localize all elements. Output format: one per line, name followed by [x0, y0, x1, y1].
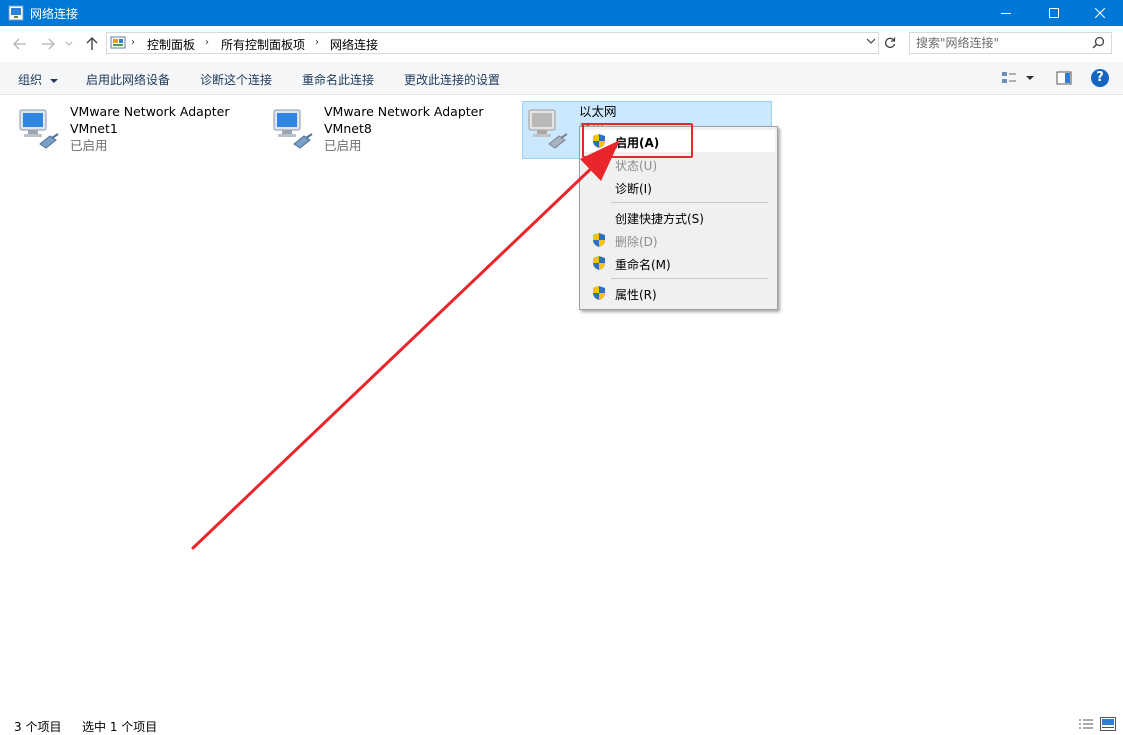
arrow-left-icon	[13, 38, 26, 50]
annotation-highlight-box	[582, 123, 693, 158]
connection-status: 已启用	[70, 138, 108, 153]
menu-item-properties[interactable]: 属性(R)	[582, 282, 775, 304]
item-count: 3 个项目	[14, 720, 62, 734]
connection-item-vmnet8[interactable]: VMware Network Adapter VMnet8 已启用	[270, 101, 510, 159]
breadcrumb-separator: ›	[205, 37, 209, 48]
menu-item-label: 删除(D)	[615, 235, 658, 249]
connection-name: VMware Network Adapter	[70, 104, 230, 119]
connection-details: VMware Network Adapter VMnet8 已启用	[324, 103, 484, 154]
maximize-button[interactable]	[1031, 0, 1077, 26]
enable-device-button[interactable]: 启用此网络设备	[86, 71, 170, 88]
uac-shield-icon	[593, 286, 605, 300]
network-connections-icon	[8, 5, 24, 21]
refresh-icon	[885, 37, 896, 48]
close-button[interactable]	[1077, 0, 1123, 26]
minimize-icon	[1001, 13, 1011, 14]
connection-status: 已启用	[324, 138, 362, 153]
menu-item-label: 重命名(M)	[615, 258, 671, 272]
network-adapter-disabled-icon	[528, 109, 568, 149]
window-title: 网络连接	[30, 7, 79, 21]
large-icons-view-icon[interactable]	[1100, 717, 1116, 732]
breadcrumb-separator: ›	[315, 37, 319, 48]
recent-locations-button[interactable]	[62, 34, 76, 54]
menu-item-label: 属性(R)	[615, 288, 657, 302]
connection-details: VMware Network Adapter VMnet1 已启用	[70, 103, 230, 154]
organize-button[interactable]: 组织	[18, 71, 58, 88]
title-bar: 网络连接	[0, 0, 1123, 26]
forward-button[interactable]	[38, 34, 58, 54]
chevron-down-icon[interactable]	[866, 37, 876, 45]
address-bar[interactable]: › 控制面板 › 所有控制面板项 › 网络连接	[106, 32, 879, 54]
dropdown-arrow-icon	[49, 78, 58, 83]
change-settings-button[interactable]: 更改此连接的设置	[404, 71, 500, 88]
command-bar: 组织 启用此网络设备 诊断这个连接 重命名此连接 更改此连接的设置 ?	[0, 62, 1123, 95]
maximize-icon	[1049, 8, 1059, 18]
close-icon	[1095, 8, 1105, 18]
menu-item-create-shortcut[interactable]: 创建快捷方式(S)	[582, 206, 775, 228]
view-options-icon[interactable]	[1001, 70, 1017, 86]
breadcrumb-control-panel[interactable]: 控制面板	[147, 36, 195, 53]
menu-item-diagnose[interactable]: 诊断(I)	[582, 176, 775, 198]
breadcrumb-all-items[interactable]: 所有控制面板项	[221, 36, 305, 53]
menu-item-label: 状态(U)	[615, 159, 658, 173]
connection-name: VMware Network Adapter	[324, 104, 484, 119]
uac-shield-icon	[593, 256, 605, 270]
diagnose-button[interactable]: 诊断这个连接	[200, 71, 272, 88]
menu-item-label: 创建快捷方式(S)	[615, 212, 704, 226]
menu-item-delete[interactable]: 删除(D)	[582, 229, 775, 251]
breadcrumb-network-connections[interactable]: 网络连接	[330, 36, 378, 53]
arrow-right-icon	[42, 38, 55, 50]
help-button[interactable]: ?	[1091, 69, 1109, 87]
organize-label: 组织	[18, 73, 43, 87]
menu-separator	[611, 202, 768, 203]
menu-item-label: 诊断(I)	[615, 182, 652, 196]
network-adapter-icon	[273, 109, 313, 149]
selected-count: 选中 1 个项目	[82, 720, 158, 734]
menu-item-rename[interactable]: 重命名(M)	[582, 252, 775, 274]
adapter-name: VMnet1	[70, 121, 118, 136]
menu-separator	[611, 278, 768, 279]
uac-shield-icon	[593, 233, 605, 247]
up-button[interactable]	[82, 34, 102, 54]
network-adapter-icon	[19, 109, 59, 149]
connection-item-vmnet1[interactable]: VMware Network Adapter VMnet1 已启用	[16, 101, 256, 159]
adapter-name: VMnet8	[324, 121, 372, 136]
preview-pane-icon[interactable]	[1056, 70, 1072, 86]
connection-name: 以太网	[579, 104, 617, 119]
view-dropdown-icon[interactable]	[1026, 75, 1034, 81]
minimize-button[interactable]	[983, 0, 1029, 26]
control-panel-icon	[110, 36, 126, 49]
refresh-button[interactable]	[880, 32, 900, 54]
breadcrumb-separator: ›	[131, 37, 135, 48]
details-view-icon[interactable]	[1078, 718, 1094, 732]
chevron-down-icon	[65, 41, 73, 46]
search-input[interactable]	[916, 35, 1086, 51]
search-icon	[1092, 36, 1105, 49]
back-button[interactable]	[10, 34, 30, 54]
rename-button[interactable]: 重命名此连接	[302, 71, 374, 88]
status-bar: 3 个项目 选中 1 个项目	[0, 714, 1123, 735]
search-box[interactable]	[909, 32, 1112, 54]
arrow-up-icon	[86, 37, 98, 50]
